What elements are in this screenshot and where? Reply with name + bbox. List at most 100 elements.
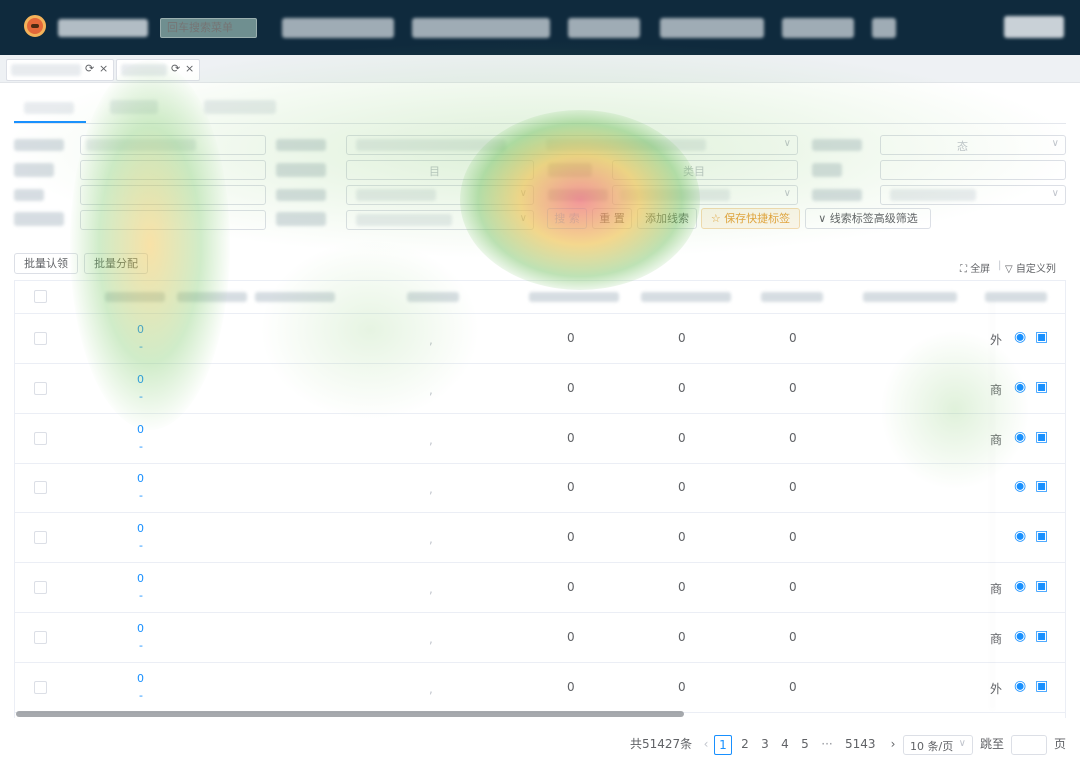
filter-input[interactable] [80,210,266,230]
view-eye-icon[interactable]: ◉ [1014,628,1026,644]
tab-refresh-icon[interactable]: ⟳ [85,62,94,75]
search-button[interactable]: 搜 索 [547,208,587,229]
nav-menu-item[interactable] [412,18,550,38]
column-header[interactable] [255,292,335,302]
tab-label-redacted [11,64,81,76]
reset-button[interactable]: 重 置 [592,208,632,229]
table-row[interactable]: 0-, 0 0 0 商 ◉ ▣ [15,364,1065,414]
next-page-icon[interactable]: › [884,735,902,755]
row-count-3: 0 [789,580,797,594]
nav-menu-item[interactable] [568,18,640,38]
row-id-link[interactable]: 0 [137,323,144,336]
page-tab-active[interactable]: ⟳ × [116,59,200,81]
nav-menu-item[interactable] [872,18,896,38]
row-checkbox[interactable] [34,431,47,445]
jump-page-input[interactable] [1011,735,1047,755]
page-5[interactable]: 5 [796,735,814,755]
custom-columns-button[interactable]: ▽ 自定义列 [1005,260,1056,275]
row-checkbox[interactable] [34,481,47,495]
row-checkbox[interactable] [34,531,47,545]
close-icon[interactable]: × [99,62,108,75]
view-eye-icon[interactable]: ◉ [1014,578,1026,594]
table-row[interactable]: 0-, 0 0 0 商 ◉ ▣ [15,563,1065,613]
row-id-link[interactable]: 0 [137,373,144,386]
row-id-link[interactable]: 0 [137,472,144,485]
page-tab[interactable]: ⟳ × [6,59,114,81]
row-checkbox[interactable] [34,630,47,644]
menu-search-input[interactable] [160,18,257,38]
table-row[interactable]: 0-, 0 0 0 商 ◉ ▣ [15,613,1065,663]
row-checkbox[interactable] [34,680,47,694]
column-header[interactable] [177,292,247,302]
view-eye-icon[interactable]: ◉ [1014,329,1026,345]
table-row[interactable]: 0 -, 0 0 0 ◉ ▣ [15,513,1065,564]
status-select[interactable]: 态 ∨ [880,135,1066,155]
document-add-icon[interactable]: ▣ [1035,478,1048,494]
batch-assign-button[interactable]: 批量分配 [84,253,148,274]
save-quick-tag-button[interactable]: ☆ 保存快捷标签 [701,208,800,229]
view-eye-icon[interactable]: ◉ [1014,379,1026,395]
field-value-redacted [546,139,706,151]
sub-tab[interactable] [204,100,276,114]
more-pages-icon[interactable]: ··· [818,735,836,755]
select-all-checkbox[interactable] [34,290,47,303]
row-id-link[interactable]: 0 [137,622,144,635]
filter-input[interactable] [80,185,266,205]
document-add-icon[interactable]: ▣ [1035,379,1048,395]
column-header[interactable] [641,292,731,302]
view-eye-icon[interactable]: ◉ [1014,678,1026,694]
row-id-link[interactable]: 0 [137,672,144,685]
page-2[interactable]: 2 [736,735,754,755]
table-row[interactable]: 0 -, 0 0 0 ◉ ▣ [15,463,1065,514]
category-input[interactable]: 类目 [612,160,798,180]
view-eye-icon[interactable]: ◉ [1014,478,1026,494]
row-id-link[interactable]: 0 [137,423,144,436]
user-avatar[interactable] [1004,16,1064,38]
document-add-icon[interactable]: ▣ [1035,678,1048,694]
bear-logo-icon[interactable] [24,15,46,37]
table-row[interactable]: 0-, 0 0 0 外 ◉ ▣ [15,314,1065,364]
column-header[interactable] [863,292,957,302]
row-checkbox[interactable] [34,581,47,594]
add-clue-button[interactable]: 添加线索 [637,208,697,229]
filter-input[interactable]: 目 [346,160,534,180]
column-header[interactable] [529,292,619,302]
document-add-icon[interactable]: ▣ [1035,578,1048,594]
close-icon[interactable]: × [185,62,194,75]
document-add-icon[interactable]: ▣ [1035,528,1048,544]
document-add-icon[interactable]: ▣ [1035,329,1048,345]
batch-claim-button[interactable]: 批量认领 [14,253,78,274]
table-row[interactable]: 0-, 0 0 0 外 ◉ ▣ [15,663,1065,713]
row-count-1: 0 [567,629,575,644]
sub-tab-active[interactable] [14,96,86,123]
filter-input[interactable] [880,160,1066,180]
row-id-link[interactable]: 0 [137,572,144,585]
sub-tab[interactable] [110,100,158,114]
fullscreen-button[interactable]: ⛶ 全屏 [960,260,990,275]
column-header[interactable] [985,292,1047,302]
tab-refresh-icon[interactable]: ⟳ [171,62,180,75]
prev-page-icon[interactable]: ‹ [697,735,715,755]
view-eye-icon[interactable]: ◉ [1014,429,1026,445]
advanced-filter-button[interactable]: ∨ 线索标签高级筛选 [805,208,931,229]
document-add-icon[interactable]: ▣ [1035,628,1048,644]
page-last[interactable]: 5143 [845,735,876,755]
page-size-select[interactable]: 10 条/页 ∨ [903,735,973,755]
row-id-link[interactable]: 0 [137,522,144,535]
filter-input[interactable] [80,160,266,180]
page-4[interactable]: 4 [776,735,794,755]
column-header[interactable] [407,292,459,302]
row-checkbox[interactable] [34,381,47,395]
nav-menu-item[interactable] [782,18,854,38]
table-row[interactable]: 0-, 0 0 0 商 ◉ ▣ [15,414,1065,464]
page-3[interactable]: 3 [756,735,774,755]
page-1[interactable]: 1 [714,735,732,755]
view-eye-icon[interactable]: ◉ [1014,528,1026,544]
row-checkbox[interactable] [34,332,47,345]
document-add-icon[interactable]: ▣ [1035,429,1048,445]
nav-menu-item[interactable] [660,18,764,38]
column-header[interactable] [761,292,823,302]
horizontal-scrollbar[interactable] [16,711,684,717]
nav-menu-item[interactable] [282,18,394,38]
column-header[interactable] [105,292,165,302]
